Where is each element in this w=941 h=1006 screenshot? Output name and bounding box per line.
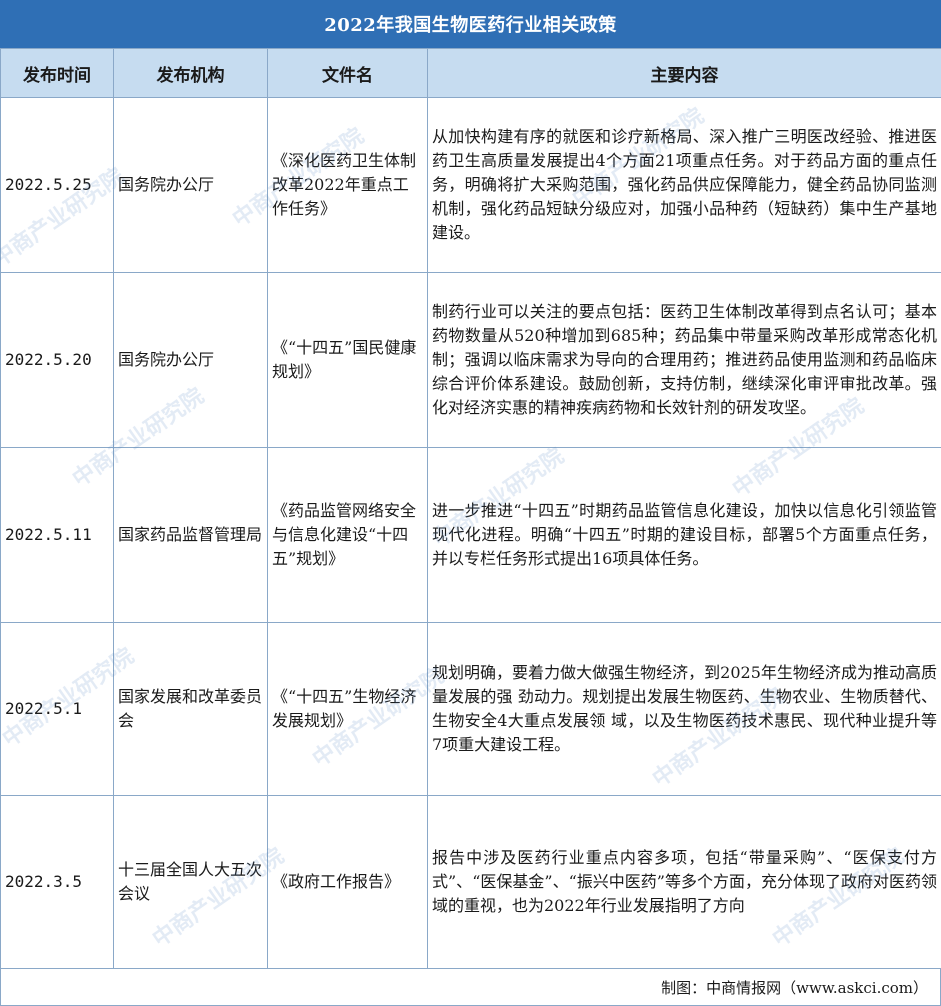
table-row: 2022.5.11 国家药品监督管理局 《药品监管网络安全与信息化建设“十四五”…	[0, 447, 941, 623]
cell-org: 国务院办公厅	[113, 97, 268, 273]
table-row: 2022.5.25 国务院办公厅 《深化医药卫生体制改革2022年重点工作任务》…	[0, 97, 941, 273]
cell-org: 国务院办公厅	[113, 272, 268, 448]
header-row: 发布时间 发布机构 文件名 主要内容	[0, 48, 941, 98]
cell-doc: 《政府工作报告》	[267, 795, 428, 969]
cell-content: 进一步推进“十四五”时期药品监管信息化建设，加快以信息化引领监管现代化进程。明确…	[427, 447, 941, 623]
cell-doc: 《“十四五”生物经济发展规划》	[267, 622, 428, 796]
table-row: 2022.3.5 十三届全国人大五次会议 《政府工作报告》 报告中涉及医药行业重…	[0, 795, 941, 969]
header-doc: 文件名	[267, 48, 428, 98]
cell-date: 2022.5.11	[0, 447, 114, 623]
table-row: 2022.5.20 国务院办公厅 《“十四五”国民健康规划》 制药行业可以关注的…	[0, 272, 941, 448]
cell-org: 国家药品监督管理局	[113, 447, 268, 623]
table-title: 2022年我国生物医药行业相关政策	[0, 0, 941, 48]
header-org: 发布机构	[113, 48, 268, 98]
cell-date: 2022.3.5	[0, 795, 114, 969]
cell-doc: 《“十四五”国民健康规划》	[267, 272, 428, 448]
cell-content: 从加快构建有序的就医和诊疗新格局、深入推广三明医改经验、推进医药卫生高质量发展提…	[427, 97, 941, 273]
cell-content: 制药行业可以关注的要点包括：医药卫生体制改革得到点名认可；基本药物数量从520种…	[427, 272, 941, 448]
header-date: 发布时间	[0, 48, 114, 98]
policy-table: 发布时间 发布机构 文件名 主要内容 2022.5.25 国务院办公厅 《深化医…	[0, 48, 941, 969]
cell-content: 报告中涉及医药行业重点内容多项，包括“带量采购”、“医保支付方式”、“医保基金”…	[427, 795, 941, 969]
cell-doc: 《深化医药卫生体制改革2022年重点工作任务》	[267, 97, 428, 273]
cell-date: 2022.5.1	[0, 622, 114, 796]
cell-content: 规划明确，要着力做大做强生物经济，到2025年生物经济成为推动高质量发展的强 劲…	[427, 622, 941, 796]
cell-date: 2022.5.20	[0, 272, 114, 448]
header-content: 主要内容	[427, 48, 941, 98]
cell-org: 十三届全国人大五次会议	[113, 795, 268, 969]
table-row: 2022.5.1 国家发展和改革委员会 《“十四五”生物经济发展规划》 规划明确…	[0, 622, 941, 796]
source-footer: 制图：中商情报网（www.askci.com）	[0, 969, 941, 1006]
cell-doc: 《药品监管网络安全与信息化建设“十四五”规划》	[267, 447, 428, 623]
cell-date: 2022.5.25	[0, 97, 114, 273]
policy-sheet: 2022年我国生物医药行业相关政策 发布时间 发布机构 文件名 主要内容 202…	[0, 0, 941, 1006]
cell-org: 国家发展和改革委员会	[113, 622, 268, 796]
